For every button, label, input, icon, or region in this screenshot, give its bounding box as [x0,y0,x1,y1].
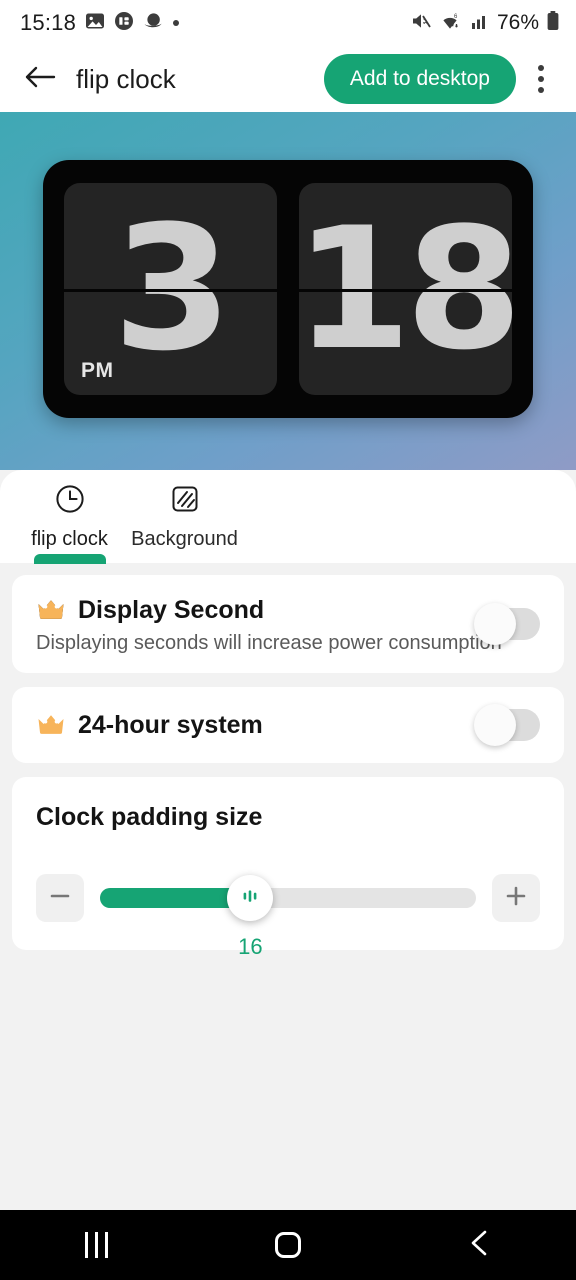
tab-label: Background [131,528,238,550]
pattern-square-icon [169,483,201,520]
setting-clock-padding-size: Clock padding size 16 [12,777,564,959]
toggle-knob [474,704,516,746]
status-bar: 15:18 6 76% [0,0,576,46]
image-icon [85,11,105,36]
svg-text:6: 6 [454,14,458,20]
back-chevron-icon [466,1228,494,1263]
back-nav-button[interactable] [425,1210,535,1280]
settings-list: Display Second Displaying seconds will i… [0,563,576,959]
tab-background[interactable]: Background [127,470,242,563]
system-nav-bar [0,1210,576,1280]
tab-active-indicator [33,554,106,564]
display-second-toggle[interactable] [474,603,540,645]
app-badge-icon [114,11,134,36]
increase-padding-button[interactable] [492,874,540,922]
status-time: 15:18 [20,10,77,35]
toggle-knob [474,603,516,645]
flip-clock-widget[interactable]: 3 PM 18 [43,160,533,418]
card-split-line [64,289,277,292]
kebab-menu-icon[interactable] [520,54,562,104]
slider-thumb[interactable] [227,875,274,921]
setting-display-second[interactable]: Display Second Displaying seconds will i… [12,575,564,673]
hour-system-toggle[interactable] [474,704,540,746]
padding-slider-row: 16 [36,874,540,959]
setting-subtitle: Displaying seconds will increase power c… [36,632,502,654]
settings-sheet: flip clock Background Display Second Dis… [0,470,576,1210]
setting-24-hour-system[interactable]: 24-hour system [12,687,564,763]
phone-screen: 15:18 6 76% flip clock Add to desktop 3 … [0,0,576,1280]
battery-percent: 76% [496,11,539,34]
tab-label: flip clock [31,528,108,550]
recents-button[interactable] [41,1210,151,1280]
tab-bar: flip clock Background [0,470,576,564]
decrease-padding-button[interactable] [36,874,84,922]
minute-card: 18 [299,183,512,395]
mute-icon [410,10,432,37]
app-bar: flip clock Add to desktop [0,46,576,112]
setting-title: 24-hour system [78,710,263,739]
recents-icon [84,1232,108,1258]
page-title: flip clock [76,63,176,94]
signal-icon [470,11,490,36]
status-bar-left: 15:18 [20,10,180,36]
clock-icon [54,483,86,520]
plus-icon [503,883,529,914]
setting-title: Display Second [78,596,265,624]
home-icon [275,1232,301,1258]
add-to-desktop-button[interactable]: Add to desktop [323,54,516,104]
meridiem-label: PM [81,359,114,382]
tab-flip-clock[interactable]: flip clock [12,470,127,564]
setting-title: Clock padding size [36,803,263,831]
wifi-icon: 6 [439,10,463,37]
status-bar-right: 6 76% [410,10,560,37]
slider-value: 16 [238,934,263,959]
setting-header-row: Display Second [36,595,540,626]
saturn-icon [143,11,163,36]
slider-bars-icon [239,885,261,912]
card-split-line [299,289,512,292]
arrow-left-icon [23,62,57,97]
battery-icon [546,10,560,37]
crown-icon [36,595,66,626]
back-button[interactable] [18,57,62,101]
padding-slider[interactable]: 16 [100,875,476,959]
hour-card: 3 PM [64,183,277,395]
minus-icon [47,883,73,914]
widget-preview-area: 3 PM 18 [0,112,576,470]
crown-icon [36,710,66,741]
home-button[interactable] [233,1210,343,1280]
dot-icon [172,14,180,32]
